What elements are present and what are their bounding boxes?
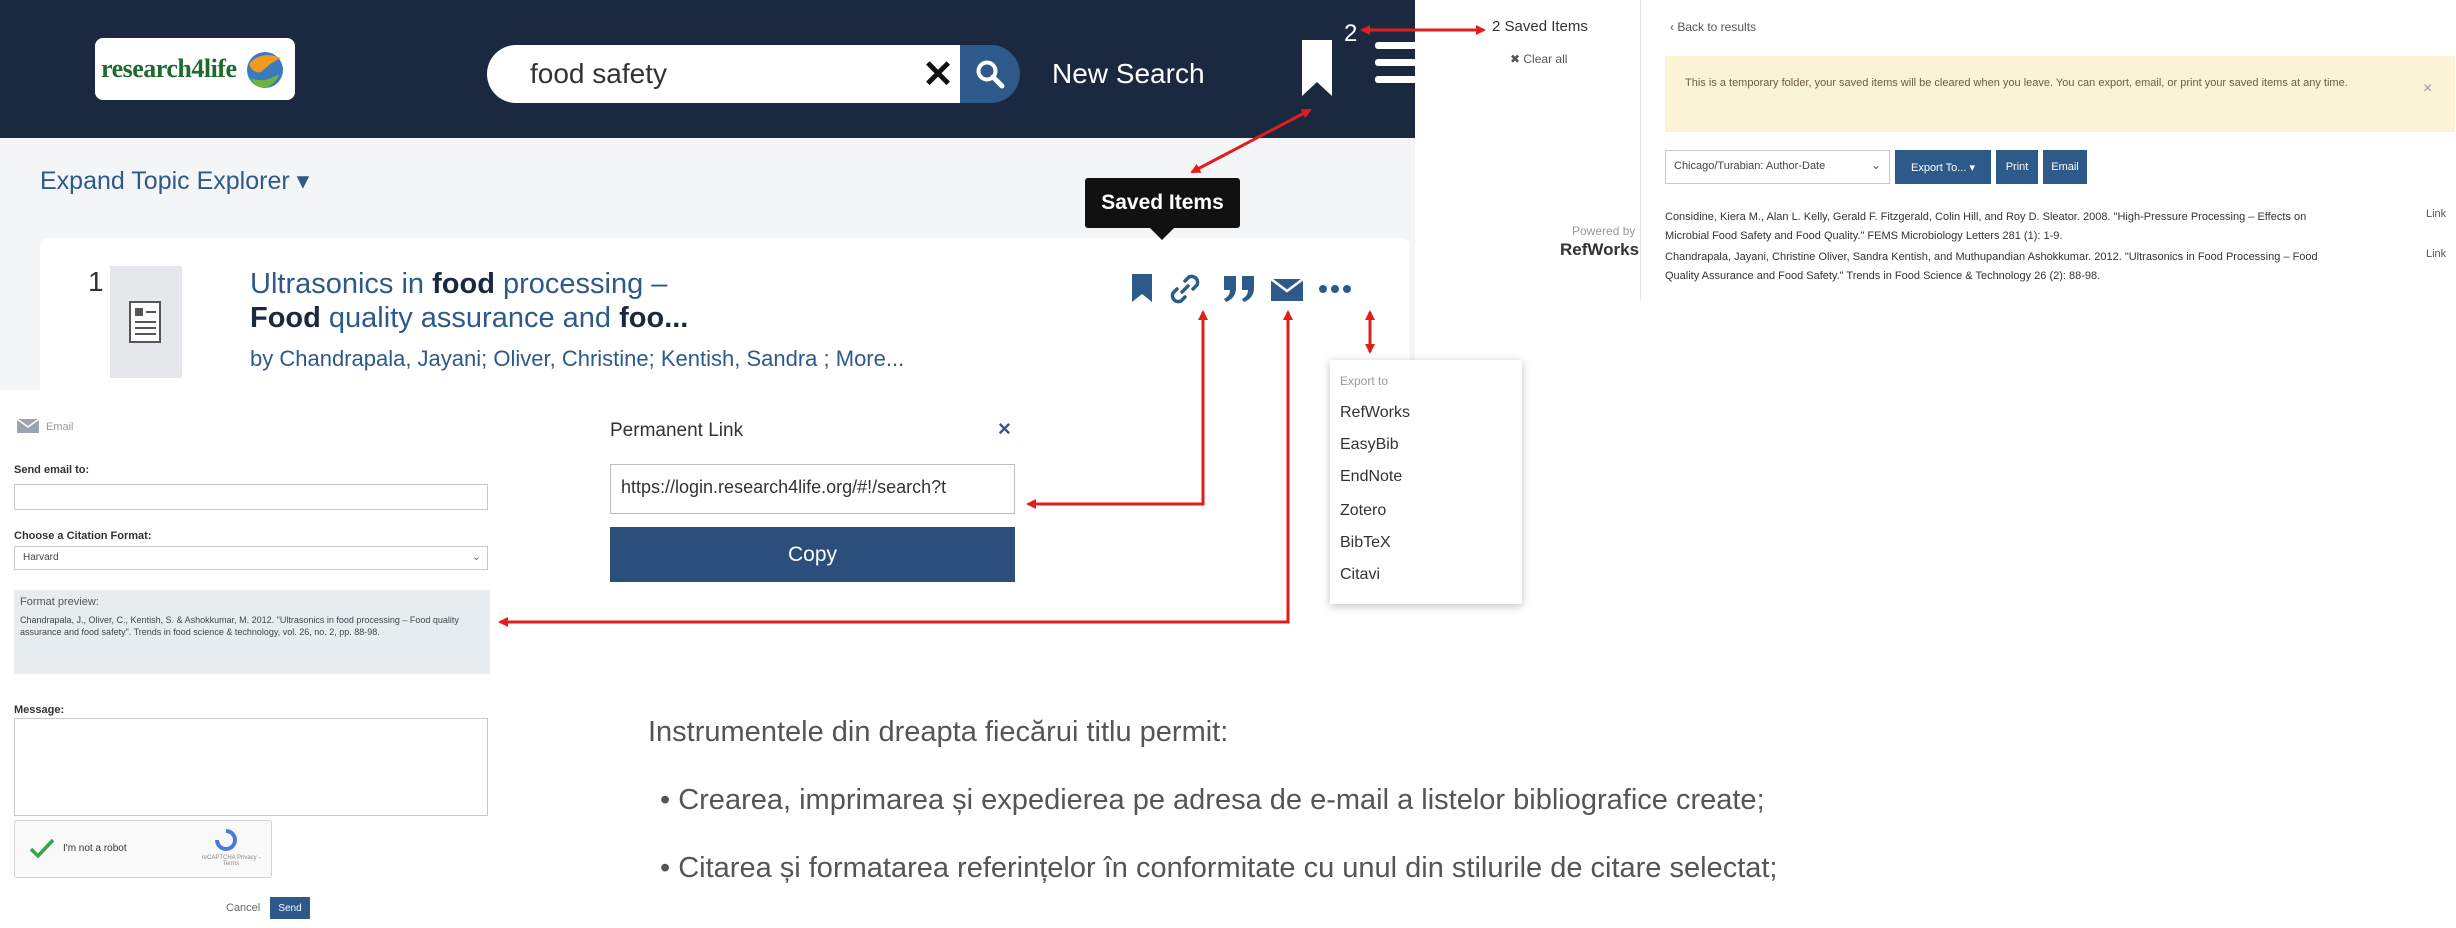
export-to-button[interactable]: Export To... ▾ bbox=[1895, 150, 1991, 184]
message-label: Message: bbox=[14, 704, 65, 716]
expand-topic-explorer-link[interactable]: Expand Topic Explorer ▾ bbox=[40, 166, 309, 196]
cancel-button[interactable]: Cancel bbox=[226, 902, 260, 914]
document-thumbnail[interactable] bbox=[110, 266, 182, 378]
chevron-down-icon: ⌄ bbox=[1870, 158, 1881, 172]
search-button[interactable] bbox=[960, 45, 1020, 103]
clear-all-link[interactable]: ✖ Clear all bbox=[1510, 52, 1567, 66]
saved-items-tooltip: Saved Items bbox=[1085, 178, 1240, 228]
send-to-input[interactable] bbox=[14, 484, 488, 510]
permanent-link-icon[interactable] bbox=[1168, 272, 1202, 306]
citation-format-select[interactable]: Harvard ⌄ bbox=[14, 546, 488, 570]
citation-link[interactable]: Link bbox=[2426, 208, 2446, 220]
tooltip-pointer bbox=[1150, 228, 1174, 240]
recaptcha-logo-icon bbox=[215, 829, 237, 851]
permanent-link-title: Permanent Link bbox=[610, 420, 744, 441]
export-item-zotero[interactable]: Zotero bbox=[1340, 502, 1386, 520]
clear-search-icon[interactable]: ✕ bbox=[918, 50, 958, 98]
close-icon[interactable]: × bbox=[998, 416, 1011, 442]
citation-format-value: Harvard bbox=[23, 552, 59, 563]
email-button[interactable]: Email bbox=[2043, 150, 2087, 184]
copy-button[interactable]: Copy bbox=[610, 527, 1015, 582]
back-to-results-link[interactable]: ‹ Back to results bbox=[1670, 20, 1756, 34]
result-title-line-2[interactable]: Food quality assurance and foo... bbox=[250, 302, 688, 335]
send-to-label: Send email to: bbox=[14, 464, 90, 476]
export-item-endnote[interactable]: EndNote bbox=[1340, 468, 1402, 486]
more-options-icon[interactable] bbox=[1318, 284, 1352, 294]
export-item-bibtex[interactable]: BibTeX bbox=[1340, 534, 1391, 552]
citation-style-select[interactable]: Chicago/Turabian: Author-Date ⌄ bbox=[1665, 150, 1890, 184]
format-preview-text: Chandrapala, J., Oliver, C., Kentish, S.… bbox=[20, 615, 459, 637]
send-button[interactable]: Send bbox=[270, 897, 310, 919]
envelope-icon bbox=[16, 418, 40, 433]
description-bullet: • Crearea, imprimarea și expedierea pe a… bbox=[660, 784, 1765, 816]
export-item-refworks[interactable]: RefWorks bbox=[1340, 404, 1410, 422]
saved-items-count-badge: 2 bbox=[1344, 20, 1358, 47]
citation-link[interactable]: Link bbox=[2426, 248, 2446, 260]
permanent-link-field[interactable]: https://login.research4life.org/#!/searc… bbox=[610, 464, 1015, 514]
recaptcha-widget[interactable]: I'm not a robot reCAPTCHA Privacy - Term… bbox=[14, 820, 272, 878]
globe-logo-icon bbox=[247, 52, 283, 88]
research4life-logo[interactable]: research4life bbox=[95, 38, 295, 100]
export-item-citavi[interactable]: Citavi bbox=[1340, 566, 1380, 584]
description-bullet: • Citarea și formatarea referințelor în … bbox=[660, 852, 1778, 884]
message-textarea[interactable] bbox=[14, 718, 488, 816]
notice-close-icon[interactable]: × bbox=[2423, 80, 2432, 98]
logo-text: research4life bbox=[101, 54, 237, 83]
search-input-value: food safety bbox=[530, 58, 667, 89]
captcha-small-text: reCAPTCHA Privacy - Terms bbox=[201, 855, 261, 867]
checkmark-icon bbox=[29, 838, 55, 859]
document-icon bbox=[129, 301, 161, 343]
result-authors[interactable]: by Chandrapala, Jayani; Oliver, Christin… bbox=[250, 346, 904, 372]
export-menu-title: Export to bbox=[1340, 374, 1389, 388]
citation-style-value: Chicago/Turabian: Author-Date bbox=[1674, 160, 1826, 172]
powered-by-label: Powered by bbox=[1572, 224, 1636, 238]
citation-item: Chandrapala, Jayani, Christine Oliver, S… bbox=[1665, 251, 2318, 282]
search-icon bbox=[976, 60, 1005, 89]
format-preview-label: Format preview: bbox=[20, 596, 99, 608]
saved-items-heading: 2 Saved Items bbox=[1492, 18, 1588, 35]
print-button[interactable]: Print bbox=[1996, 150, 2038, 184]
result-card bbox=[40, 238, 1410, 398]
panel-divider bbox=[1640, 0, 1641, 300]
email-form-header: Email bbox=[46, 421, 74, 433]
captcha-label: I'm not a robot bbox=[63, 843, 127, 854]
saved-items-bookmark-icon[interactable] bbox=[1300, 38, 1334, 98]
bookmark-icon[interactable] bbox=[1130, 272, 1154, 304]
menu-hamburger-icon[interactable] bbox=[1375, 42, 1417, 86]
temporary-folder-notice bbox=[1665, 56, 2455, 132]
refworks-logo: RefWorks bbox=[1560, 240, 1640, 259]
email-icon[interactable] bbox=[1270, 278, 1304, 302]
new-search-link[interactable]: New Search bbox=[1052, 58, 1205, 90]
citation-format-label: Choose a Citation Format: bbox=[14, 530, 152, 542]
export-item-easybib[interactable]: EasyBib bbox=[1340, 436, 1399, 454]
description-intro: Instrumentele din dreapta fiecărui titlu… bbox=[648, 716, 1229, 748]
result-title-line-1[interactable]: Ultrasonics in food processing – bbox=[250, 268, 667, 301]
citation-item: Considine, Kiera M., Alan L. Kelly, Gera… bbox=[1665, 211, 2307, 242]
notice-text: This is a temporary folder, your saved i… bbox=[1685, 77, 2348, 89]
result-number: 1 bbox=[88, 266, 104, 297]
chevron-down-icon: ⌄ bbox=[471, 551, 481, 563]
cite-quote-icon[interactable] bbox=[1220, 272, 1260, 304]
